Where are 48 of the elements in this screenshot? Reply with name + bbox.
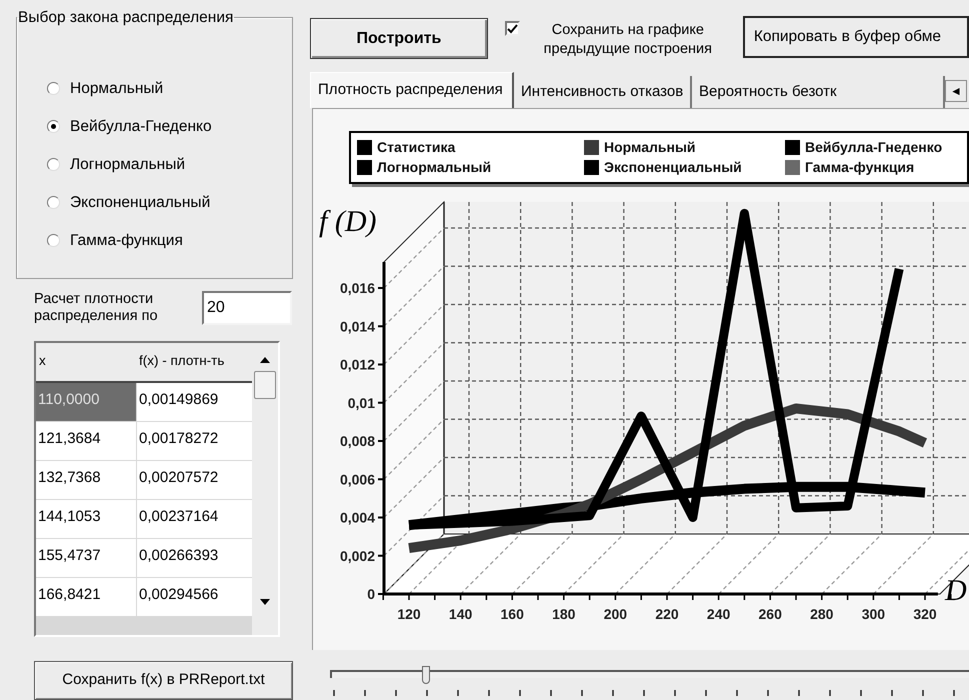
tick-label: 0,016	[340, 280, 375, 296]
tick-label: 240	[706, 606, 730, 622]
tick-label: 300	[862, 606, 886, 622]
table-cell: 0,00266393	[137, 539, 252, 578]
radio-label: Гамма-функция	[70, 230, 183, 251]
table-cell: 0,00294566	[137, 578, 252, 616]
radio-label: Логнормальный	[70, 154, 186, 175]
tick-label: 220	[655, 606, 679, 622]
tick-label: 0,01	[348, 394, 375, 410]
tick-label: 0,008	[340, 432, 375, 449]
axis-title: f (D)	[319, 204, 376, 238]
table-cell: 0,00237164	[137, 500, 252, 538]
radio-label: Вейбулла-Гнеденко	[70, 116, 212, 137]
table-cell: 132,7368	[36, 461, 136, 500]
legend-label: Логнормальный	[377, 158, 492, 177]
tick-label: 140	[448, 606, 472, 622]
tick-label: 0	[367, 586, 375, 602]
legend-label: Нормальный	[604, 138, 696, 157]
checkbox-label: Сохранить на графике предыдущие построения	[542, 21, 713, 59]
table-cell: 144,1053	[36, 500, 136, 538]
table-cell: 0,00178272	[137, 422, 252, 460]
tick-label: 120	[397, 606, 421, 622]
tick-label: 160	[500, 606, 524, 622]
group-title: Выбор закона распределения	[17, 8, 234, 28]
axis-title: D	[945, 574, 967, 607]
table-cell: 110,0000	[36, 383, 136, 422]
tick-label: 0,002	[340, 548, 375, 564]
table-cell: 166,8421	[36, 578, 136, 616]
table-cell: 155,4737	[36, 539, 136, 578]
tick-label: 0,004	[340, 509, 375, 526]
tick-label: 320	[913, 606, 937, 622]
legend-label: Статистика	[377, 138, 456, 157]
tick-label: 180	[552, 606, 576, 622]
legend-label: Экспоненциальный	[604, 158, 742, 177]
table-cell: 121,3684	[36, 422, 136, 460]
tick-label: 0,012	[340, 356, 375, 372]
tick-label: 260	[758, 606, 782, 622]
tick-label: 0,014	[340, 318, 375, 334]
field-label: Расчет плотности распределения по	[34, 291, 159, 326]
table-cell: 0,00207572	[137, 461, 252, 500]
legend-label: Вейбулла-Гнеденко	[805, 138, 942, 157]
tick-label: 280	[810, 606, 834, 622]
tick-label: 0,006	[340, 471, 375, 487]
radio-label: Нормальный	[70, 78, 164, 99]
tick-label: 200	[604, 606, 628, 622]
table-cell: 0,00149869	[137, 383, 252, 422]
radio-label: Экспоненциальный	[70, 192, 210, 213]
legend-label: Гамма-функция	[805, 158, 914, 177]
